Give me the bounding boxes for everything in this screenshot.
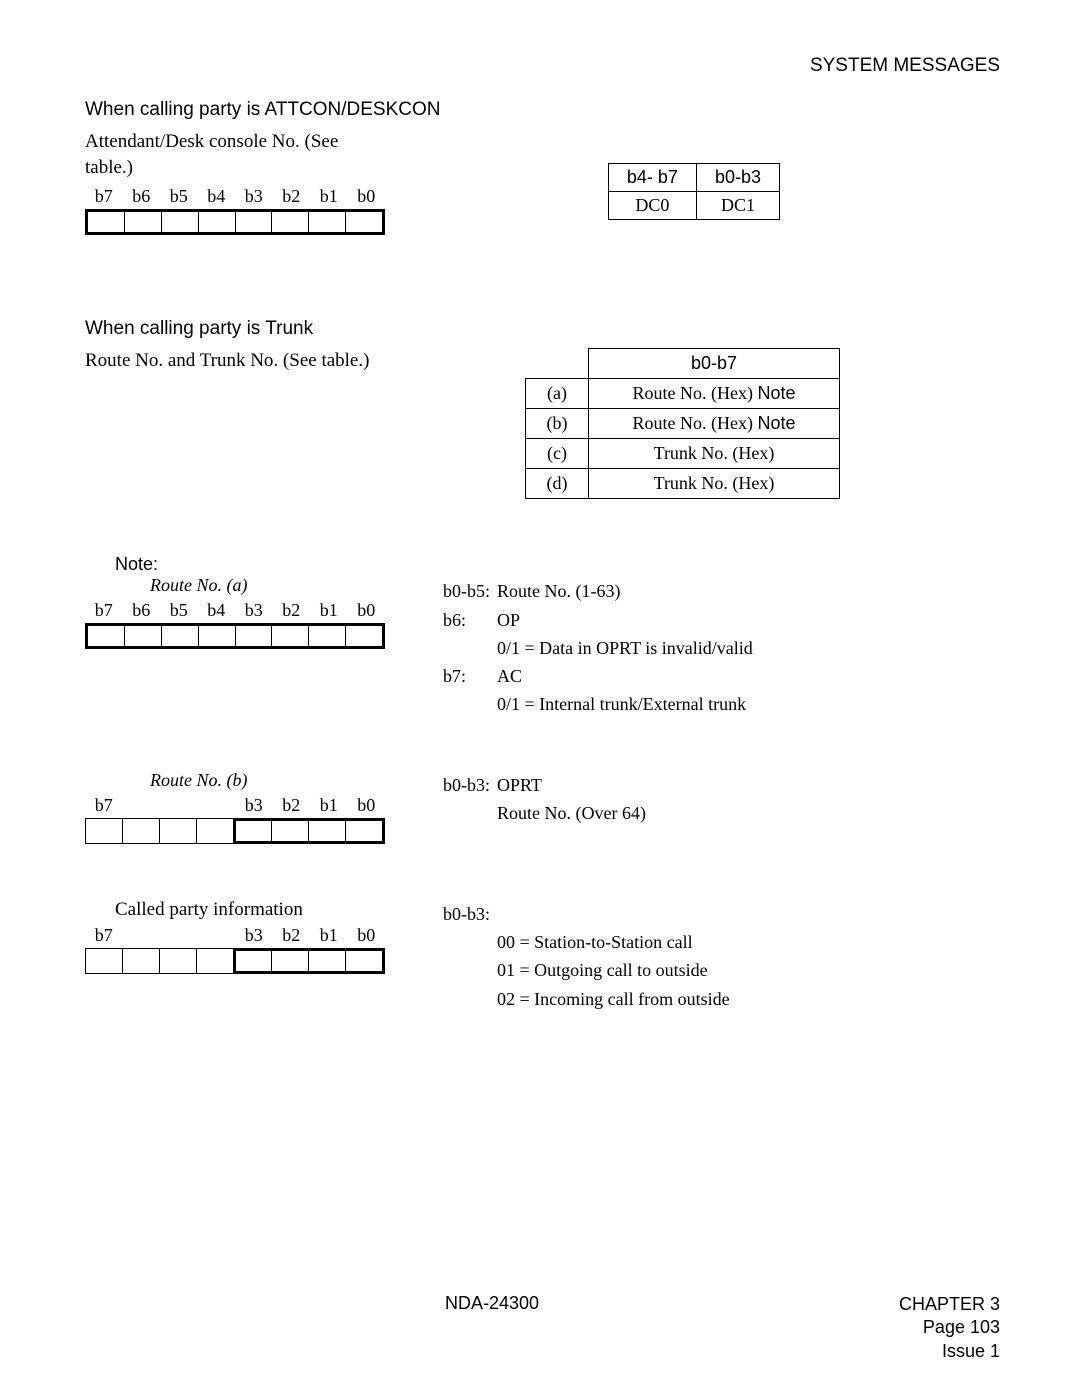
header-title: SYSTEM MESSAGES [85,55,1000,77]
dc-table: b4- b7 b0-b3 DC0 DC1 [608,163,780,220]
section2-title: When calling party is Trunk [85,318,1000,340]
routeA-l1-v: Route No. (1-63) [496,578,757,604]
footer-doc: NDA-24300 [445,1293,539,1314]
trunk-row-b-note: Note [757,413,795,433]
routeA-l5-v: 0/1 = Internal trunk/External trunk [496,691,757,717]
bit-b6: b6 [123,186,161,207]
trunk-row-b-val: Route No. (Hex) [632,413,757,433]
dc-table-h2: b0-b3 [696,164,779,192]
bit-b7: b7 [85,186,123,207]
routeB-l1-v: OPRT [496,772,650,798]
bit-b5: b5 [160,186,198,207]
route-a-title: Route No. (a) [150,575,415,596]
bit-b4: b4 [198,186,236,207]
called-title: Called party information [115,899,415,921]
trunk-row-b-key: (b) [526,409,589,439]
trunk-row-c-key: (c) [526,439,589,469]
section2-desc: Route No. and Trunk No. (See table.) [85,348,369,374]
trunk-row-c-val: Trunk No. (Hex) [654,443,775,463]
byte-box-1 [85,209,385,235]
bit-labels-2: b7 b6 b5 b4 b3 b2 b1 b0 [85,600,385,621]
routeB-l2-v: Route No. (Over 64) [496,800,650,826]
trunk-row-a-val: Route No. (Hex) [632,383,757,403]
section1-desc-line1: Attendant/Desk console No. (See [85,129,385,155]
section1-desc-line2: table.) [85,155,385,181]
routeA-l1-k: b0-b5: [442,578,494,604]
trunk-row-a-note: Note [757,383,795,403]
bit-b0: b0 [348,186,386,207]
trunk-row-d-key: (d) [526,469,589,499]
footer-chapter: CHAPTER 3 [899,1293,1000,1316]
called-l3: 01 = Outgoing call to outside [496,957,734,983]
called-l4: 02 = Incoming call from outside [496,986,734,1012]
routeB-l1-k: b0-b3: [442,772,494,798]
trunk-row-a-key: (a) [526,379,589,409]
bit-b3: b3 [235,186,273,207]
routeA-l2-v: OP [496,607,757,633]
bit-labels-1: b7 b6 b5 b4 b3 b2 b1 b0 [85,186,385,207]
bit-labels-4: b7 b3 b2 b1 b0 [85,925,385,946]
dc-table-h1: b4- b7 [608,164,696,192]
bit-b1: b1 [310,186,348,207]
section1-title: When calling party is ATTCON/DESKCON [85,99,1000,121]
page: SYSTEM MESSAGES When calling party is AT… [0,0,1080,1397]
routeA-l2-k: b6: [442,607,494,633]
bit-labels-3: b7 b3 b2 b1 b0 [85,795,385,816]
byte-box-4 [85,948,385,974]
trunk-table-header: b0-b7 [589,349,840,379]
routeA-l4-k: b7: [442,663,494,689]
dc-table-c1: DC0 [608,192,696,220]
footer-issue: Issue 1 [899,1340,1000,1363]
note-label: Note: [115,554,415,575]
byte-box-3 [85,818,385,844]
footer-page: Page 103 [899,1316,1000,1339]
trunk-table: b0-b7 (a) Route No. (Hex) Note (b) Route… [525,348,840,499]
dc-table-c2: DC1 [696,192,779,220]
called-l2: 00 = Station-to-Station call [496,929,734,955]
routeA-l4-v: AC [496,663,757,689]
bit-b2: b2 [273,186,311,207]
route-b-title: Route No. (b) [150,770,415,791]
routeA-l3-v: 0/1 = Data in OPRT is invalid/valid [496,635,757,661]
trunk-row-d-val: Trunk No. (Hex) [654,473,775,493]
byte-box-2 [85,623,385,649]
called-l1-k: b0-b3: [442,901,494,927]
footer: NDA-24300 CHAPTER 3 Page 103 Issue 1 [85,1293,1000,1363]
